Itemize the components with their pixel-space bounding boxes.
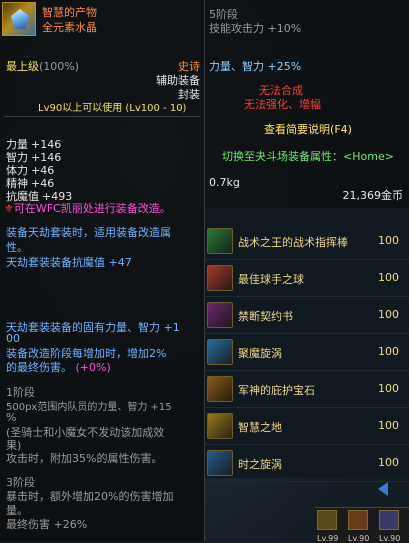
item-price: 21,369金币: [342, 189, 404, 202]
inventory-item-qty: 100: [378, 382, 399, 395]
skill-attack-bonus: 技能攻击力 +10%: [209, 22, 302, 35]
inventory-item-qty: 100: [378, 345, 399, 358]
wisdom-icon: [207, 413, 233, 439]
cannot-enhance: 无法强化、增幅: [244, 98, 321, 111]
str-int-bonus: 力量、智力 +25%: [209, 60, 302, 73]
set-line-4: 天劫套装装备的固有力量、智力 +1: [6, 321, 180, 334]
time-vortex-icon: [207, 450, 233, 476]
gem-icon: [207, 376, 233, 402]
level-requirement: Lv90以上可以使用 (Lv100 - 10): [38, 103, 187, 114]
inventory-item-name: 最佳球手之球: [238, 273, 304, 286]
grade-label: 最上级(100%): [6, 60, 80, 73]
set-line-4b: 00: [6, 332, 20, 345]
set-line-6: 的最终伤害。 (+0%): [6, 361, 111, 374]
skill-slot-1-icon[interactable]: [317, 510, 337, 530]
inventory-item-name: 军神的庇护宝石: [238, 384, 315, 397]
view-description-button[interactable]: 查看简要说明(F4): [215, 121, 401, 139]
stage1-line-1: 500px范围内队员的力量、智力 +15: [6, 402, 172, 413]
set-line-2: 性。: [6, 241, 28, 254]
prev-arrow-icon[interactable]: [378, 482, 388, 496]
crystal-item-icon: [2, 2, 36, 36]
stage3-line-1: 暴击时，额外增加20%的伤害增加: [6, 490, 174, 503]
set-line-1: 装备天劫套装时，适用装备改造属: [6, 226, 171, 239]
skill-bar: Lv.99 Lv.90 Lv.90: [315, 507, 409, 543]
skill-slot-3-icon[interactable]: [379, 510, 399, 530]
switch-pvp-stats-button[interactable]: 切换至夬斗场装备属性：<Home>: [215, 148, 401, 166]
inventory-item-name: 时之旋涡: [238, 458, 282, 471]
wfc-note: ⚜可在WFC凯丽处进行装备改造。: [4, 202, 171, 215]
item-name: 智慧的产物: [42, 6, 97, 19]
inventory-item-qty: 100: [378, 308, 399, 321]
stage1-line-2: (圣骑士和小魔女不发动该加成效: [6, 426, 165, 439]
inventory-item-qty: 100: [378, 271, 399, 284]
inventory-item-name: 智慧之地: [238, 421, 282, 434]
inventory-item-qty: 100: [378, 456, 399, 469]
inventory-row[interactable]: 战术之王的战术指挥棒 100: [205, 225, 409, 260]
inventory-row[interactable]: 聚魔旋涡 100: [205, 336, 409, 371]
stage1-line-1b: %: [6, 411, 17, 424]
ball-icon: [207, 265, 233, 291]
compare-panel: 5阶段 技能攻击力 +10% 力量、智力 +25% 无法合成 无法强化、增幅 查…: [205, 0, 409, 208]
inventory-list: 战术之王的战术指挥棒 100 最佳球手之球 100 禁断契约书 100 聚魔旋涡 100 军神的…: [205, 208, 409, 482]
item-tooltip: 智慧的产物 全元素水晶 最上级(100%) 史诗 辅助装备 封装 Lv90以上可…: [0, 0, 205, 542]
skill-slot-2-icon[interactable]: [348, 510, 368, 530]
inventory-row[interactable]: 军神的庇护宝石 100: [205, 373, 409, 408]
inventory-item-name: 战术之王的战术指挥棒: [238, 236, 348, 249]
divider: [4, 116, 200, 117]
set-line-3: 天劫套装装备抗魔值 +47: [6, 256, 132, 269]
inventory-row[interactable]: 禁断契约书 100: [205, 299, 409, 334]
inventory-row[interactable]: 智慧之地 100: [205, 410, 409, 445]
vortex-icon: [207, 339, 233, 365]
item-weight: 0.7kg: [209, 176, 240, 189]
stage3-line-3: 最终伤害 +26%: [6, 518, 88, 531]
inventory-item-qty: 100: [378, 419, 399, 432]
stage1-line-4: 攻击时，附加35%的属性伤害。: [6, 452, 163, 465]
inventory-row[interactable]: 最佳球手之球 100: [205, 262, 409, 297]
book-icon: [207, 302, 233, 328]
inventory-item-name: 禁断契约书: [238, 310, 293, 323]
inventory-row[interactable]: 时之旋涡 100: [205, 447, 409, 482]
baton-icon: [207, 228, 233, 254]
item-subname: 全元素水晶: [42, 21, 97, 34]
inventory-item-name: 聚魔旋涡: [238, 347, 282, 360]
inventory-item-qty: 100: [378, 234, 399, 247]
